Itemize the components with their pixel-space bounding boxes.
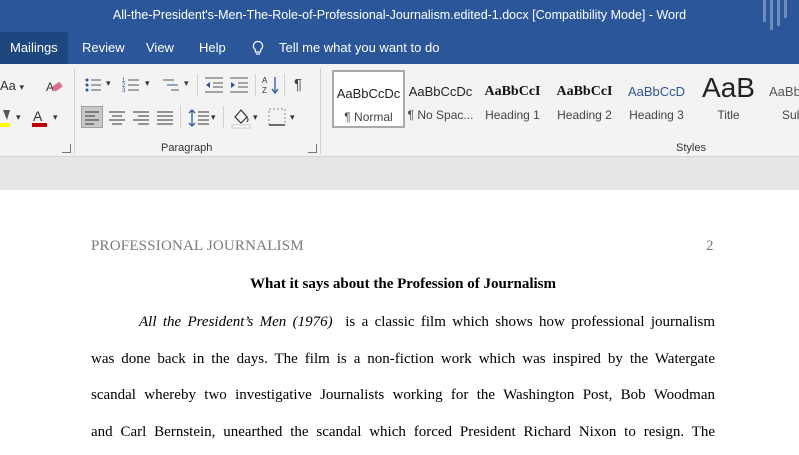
style-sample: AaBbCcI (484, 84, 541, 99)
style-heading-1[interactable]: AaBbCcI Heading 1 (476, 70, 549, 128)
tell-me-label: Tell me what you want to do (279, 40, 440, 55)
align-left-button[interactable] (81, 106, 103, 128)
page-number: 2 (706, 238, 714, 254)
styles-gallery: AaBbCcDc ¶ Normal AaBbCcDc ¶ No Spac... … (330, 70, 799, 130)
button-separator (180, 106, 181, 128)
paragraph-text: is a classic film which shows how profes… (338, 314, 715, 330)
lightbulb-icon (252, 40, 264, 55)
button-separator (197, 74, 198, 96)
svg-text:Z: Z (262, 86, 267, 95)
multilevel-list-icon[interactable] (162, 76, 180, 94)
style-name: ¶ Normal (344, 110, 393, 124)
style-sample: AaBbCcI (556, 84, 613, 99)
borders-icon[interactable] (268, 108, 286, 126)
style-heading-3[interactable]: AaBbCcD Heading 3 (620, 70, 693, 128)
justify-icon[interactable] (156, 108, 174, 128)
numbering-icon[interactable]: 1 2 3 (122, 76, 140, 94)
document-page[interactable]: PROFESSIONAL JOURNALISM 2 What it says a… (0, 190, 799, 455)
tab-view[interactable]: View (136, 32, 184, 64)
group-separator (320, 68, 321, 154)
paragraph-dialog-launcher-icon[interactable] (308, 144, 317, 153)
paragraph-group-label: Paragraph (161, 142, 213, 154)
style-heading-2[interactable]: AaBbCcI Heading 2 (548, 70, 621, 128)
section-heading: What it says about the Profession of Jou… (250, 276, 556, 292)
styles-group-label: Styles (676, 142, 706, 154)
highlight-color-icon[interactable] (0, 108, 14, 128)
tab-review[interactable]: Review (72, 32, 135, 64)
running-head: PROFESSIONAL JOURNALISM (91, 238, 304, 254)
paragraph-line: All the President’s Men (1976) is a clas… (91, 314, 715, 331)
button-separator (284, 74, 285, 96)
ribbon-tab-bar: Mailings Review View Help Tell me what y… (0, 32, 799, 64)
line-spacing-dropdown-icon[interactable]: ▾ (211, 112, 216, 123)
group-separator (74, 68, 75, 154)
style-sample: AaBbCcDc (408, 84, 473, 99)
style-sample: AaB (702, 72, 755, 103)
window-title: All-the-President's-Men-The-Role-of-Prof… (112, 8, 687, 22)
show-formatting-marks-icon[interactable]: ¶ (294, 76, 302, 93)
line-spacing-icon[interactable] (188, 108, 210, 128)
style-name: Heading 3 (629, 108, 684, 122)
style-no-spacing[interactable]: AaBbCcDc ¶ No Spac... (404, 70, 477, 128)
align-center-icon[interactable] (108, 108, 126, 128)
style-name: Title (717, 108, 740, 122)
align-left-icon (85, 111, 99, 125)
tab-help[interactable]: Help (189, 32, 236, 64)
clear-formatting-icon[interactable]: A (46, 78, 64, 96)
numbering-dropdown-icon[interactable]: ▾ (145, 78, 150, 89)
style-normal[interactable]: AaBbCcDc ¶ Normal (332, 70, 405, 128)
sort-icon[interactable]: A Z (262, 75, 280, 95)
decrease-indent-icon[interactable] (204, 76, 224, 94)
paragraph-line: and Carl Bernstein, unearthed the scanda… (91, 424, 715, 440)
style-sample: AaBbC (769, 84, 799, 99)
tab-mailings[interactable]: Mailings (0, 32, 68, 64)
bullets-icon[interactable] (84, 76, 102, 94)
align-right-icon[interactable] (132, 108, 150, 128)
shading-dropdown-icon[interactable]: ▾ (253, 112, 258, 123)
style-sample: AaBbCcDc (336, 86, 401, 101)
style-sample: AaBbCcD (627, 84, 686, 99)
borders-dropdown-icon[interactable]: ▾ (290, 112, 295, 123)
svg-text:3: 3 (122, 88, 126, 94)
document-canvas-gap (0, 157, 799, 190)
font-color-dropdown-icon[interactable]: ▾ (53, 112, 58, 123)
button-separator (223, 106, 224, 128)
style-name: Heading 2 (557, 108, 612, 122)
style-title[interactable]: AaB Title (692, 70, 765, 128)
window-decoration (761, 0, 789, 32)
paragraph-line: scandal whereby two investigative Journa… (91, 387, 715, 403)
font-dialog-launcher-icon[interactable] (62, 144, 71, 153)
svg-text:A: A (262, 76, 268, 85)
paragraph-line: was done back in the days. The film is a… (91, 351, 715, 367)
change-case-button[interactable]: Aa ▾ (0, 78, 24, 93)
bullets-dropdown-icon[interactable]: ▾ (106, 78, 111, 89)
multilevel-dropdown-icon[interactable]: ▾ (184, 78, 189, 89)
style-name: ¶ No Spac... (407, 108, 474, 122)
svg-text:A: A (33, 108, 43, 124)
increase-indent-icon[interactable] (229, 76, 249, 94)
change-case-label: Aa (0, 78, 16, 93)
highlight-dropdown-icon[interactable]: ▾ (16, 112, 21, 123)
button-separator (255, 74, 256, 96)
font-color-icon[interactable]: A (31, 108, 49, 128)
film-title-italic: All the President’s Men (1976) (139, 314, 333, 330)
style-subtitle[interactable]: AaBbC Subt (764, 70, 799, 128)
shading-icon[interactable] (231, 107, 251, 129)
style-name: Subt (782, 108, 799, 122)
title-bar: All-the-President's-Men-The-Role-of-Prof… (0, 0, 799, 32)
style-name: Heading 1 (485, 108, 540, 122)
